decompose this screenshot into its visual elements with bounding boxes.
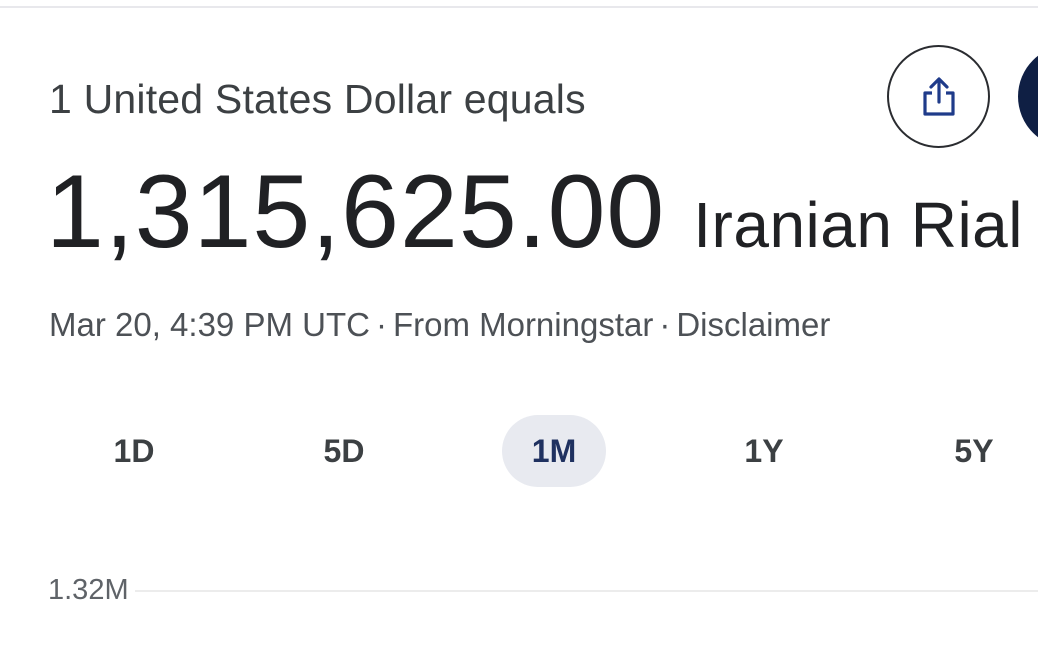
separator: · (375, 306, 387, 343)
disclaimer-link[interactable]: Disclaimer (676, 306, 830, 343)
y-axis-tick: 1.32M (48, 574, 129, 606)
currency-converter-card: 1 United States Dollar equals 1,315,625.… (0, 0, 1038, 646)
source-label: From Morningstar (392, 306, 654, 343)
top-divider (0, 0, 1038, 8)
target-currency-name: Iranian Rial (693, 189, 1023, 261)
chart-gridline (135, 590, 1038, 592)
tab-5d[interactable]: 5D (292, 415, 396, 487)
share-button[interactable] (887, 45, 990, 148)
tab-5y[interactable]: 5Y (922, 415, 1026, 487)
next-button[interactable] (1018, 45, 1038, 148)
range-tabs: 1D 5D 1M 1Y 5Y (0, 415, 1038, 487)
share-icon (919, 76, 959, 118)
separator: · (659, 306, 671, 343)
tab-1d[interactable]: 1D (82, 415, 186, 487)
meta-line: Mar 20, 4:39 PM UTC · From Morningstar · Dis… (49, 306, 830, 344)
conversion-result: 1,315,625.00 Iranian Rial (46, 154, 1023, 270)
tab-1y[interactable]: 1Y (712, 415, 816, 487)
converted-value: 1,315,625.00 (46, 154, 666, 270)
tab-1m[interactable]: 1M (502, 415, 606, 487)
timestamp: Mar 20, 4:39 PM UTC (49, 306, 370, 343)
conversion-header: 1 United States Dollar equals (49, 76, 586, 122)
